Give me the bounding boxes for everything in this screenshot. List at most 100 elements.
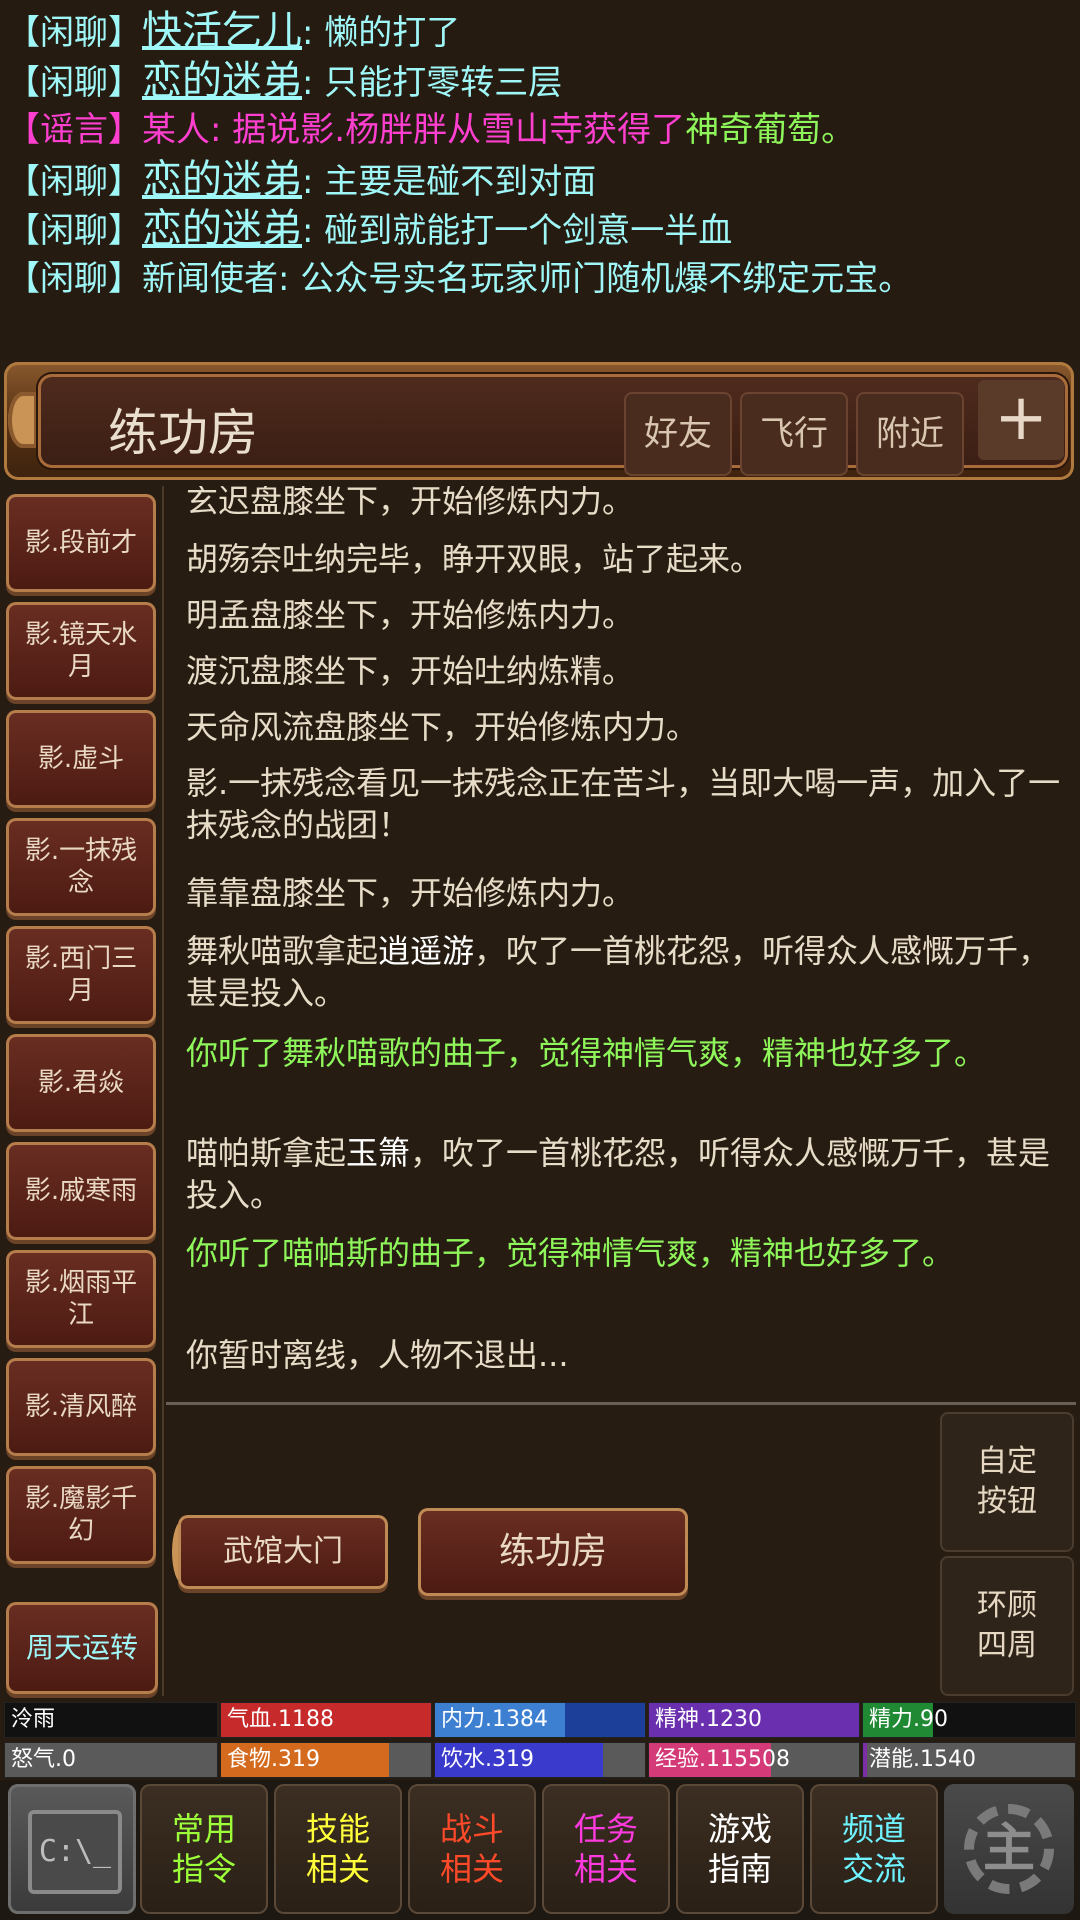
stat-bar-label: 精力.90 [869,1707,948,1732]
chat-message-text: : 公众号实名玩家师门随机爆不绑定元宝。 [278,259,913,299]
chat-channel-tag[interactable]: 【闲聊】 [6,13,142,53]
room-header-inner: 练功房 好友 飞行 附近 [38,374,1068,476]
npc-name: 影.段前才 [24,528,138,558]
nav-button[interactable]: 任务 相关 [542,1784,670,1914]
chat-channel-tag[interactable]: 【谣言】 [6,110,142,150]
divider [162,486,164,1696]
log-line: 你听了喵帕斯的曲子，觉得神情气爽，精神也好多了。 [186,1234,955,1272]
npc-name: 影.烟雨平江 [24,1268,138,1330]
npc-button[interactable]: 影.镜天水月 [6,602,156,700]
chat-sender-name[interactable]: 恋的迷弟 [142,157,302,203]
log-line: 喵帕斯拿起玉箫，吹了一首桃花怨，听得众人感慨万千，甚是投入。 [186,1132,1066,1216]
npc-name: 影.戚寒雨 [24,1176,138,1206]
stat-bar-label: 食物.319 [227,1747,320,1772]
stat-bar: 精力.90 [862,1702,1076,1738]
message-log[interactable]: 玄迟盘膝坐下，开始修炼内力。胡殇奈吐纳完毕，睁开双眼，站了起来。 明孟盘膝坐下，开… [166,486,1076,1402]
divider [166,1402,1076,1405]
chat-channel-tag[interactable]: 【闲聊】 [6,259,142,299]
exit-west-button[interactable]: 武馆大门 [178,1515,388,1589]
stat-bar: 内力.1384 [434,1702,646,1738]
npc-name: 影.西门三月 [24,944,138,1006]
settings-gear-icon[interactable]: 主 [944,1784,1074,1914]
npc-name: 影.一抹残念 [24,836,138,898]
stat-bar: 潜能.1540 [862,1742,1076,1778]
nav-button[interactable]: 战斗 相关 [408,1784,536,1914]
stat-bar: 气血.1188 [220,1702,432,1738]
log-line: 你暂时离线，人物不退出... [186,1336,569,1374]
log-line: 明孟盘膝坐下，开始修炼内力。 [186,596,635,634]
stat-bar: 泠雨 [4,1702,218,1738]
terminal-icon[interactable]: C:\_ [8,1784,136,1914]
npc-button[interactable]: 影.西门三月 [6,926,156,1024]
chat-message-text: : 碰到就能打一个剑意一半血 [302,211,733,252]
look-around-button[interactable]: 环顾 四周 [940,1556,1074,1696]
stat-bar: 饮水.319 [434,1742,646,1778]
npc-name: 影.君焱 [37,1068,125,1098]
chat-channel-tag[interactable]: 【闲聊】 [6,162,142,202]
stat-bar: 经验.115508 [648,1742,860,1778]
room-title: 练功房 [108,404,258,462]
stat-bar-label: 内力.1384 [441,1707,548,1732]
chat-message-text: : 主要是碰不到对面 [302,161,597,202]
npc-name: 影.镜天水月 [24,620,138,682]
npc-button[interactable]: 影.烟雨平江 [6,1250,156,1348]
log-line: 渡沉盘膝坐下，开始吐纳炼精。 [186,652,635,690]
zhoutian-button[interactable]: 周天运转 [6,1602,158,1694]
chat-sender-name[interactable]: 恋的迷弟 [142,58,302,104]
npc-button[interactable]: 影.清风醉 [6,1358,156,1456]
stat-bar-label: 经验.115508 [655,1747,790,1772]
stat-bar-label: 怒气.0 [11,1747,76,1772]
log-line: 玄迟盘膝坐下，开始修炼内力。 [186,486,635,520]
log-text: 喵帕斯拿起 [186,1134,347,1172]
log-line: 舞秋喵歌拿起逍遥游，吹了一首桃花怨，听得众人感慨万千，甚是投入。 [186,930,1066,1014]
stat-bar-label: 饮水.319 [441,1747,534,1772]
fly-button[interactable]: 飞行 [740,392,848,476]
log-text: 舞秋喵歌拿起 [186,932,379,970]
nav-button[interactable]: 技能 相关 [274,1784,402,1914]
chat-sender-name[interactable]: 快活乞儿 [142,8,302,54]
chat-panel: 【闲聊】快活乞儿: 懒的打了 【闲聊】恋的迷弟: 只能打零转三层 【谣言】某人: 据… [0,0,1080,360]
chat-message-text: : 据说影.杨胖胖从雪山寺获得了 [210,110,686,151]
room-header: 练功房 好友 飞行 附近 + [4,362,1074,480]
gear-icon-glyph: 主 [982,1819,1035,1879]
scroll-ornament-icon [8,392,38,448]
npc-button[interactable]: 影.虚斗 [6,710,156,808]
log-line: 你听了舞秋喵歌的曲子，觉得神情气爽，精神也好多了。 [186,1034,987,1072]
nearby-button[interactable]: 附近 [856,392,964,476]
stat-bar: 精神.1230 [648,1702,860,1738]
stat-bar: 食物.319 [220,1742,432,1778]
stat-bar-label: 精神.1230 [655,1707,762,1732]
custom-button[interactable]: 自定 按钮 [940,1412,1074,1552]
npc-button[interactable]: 影.君焱 [6,1034,156,1132]
plus-button[interactable]: + [978,380,1064,460]
current-room-button[interactable]: 练功房 [418,1508,688,1596]
chat-message-text: : 懒的打了 [302,13,461,53]
chat-sender-name: 某人 [142,110,210,151]
log-line: 天命风流盘膝坐下，开始修炼内力。 [186,708,699,746]
stat-bar: 怒气.0 [4,1742,218,1778]
chat-item-name: 神奇葡萄。 [685,110,856,151]
stat-bar-label: 潜能.1540 [869,1747,976,1772]
friends-button[interactable]: 好友 [624,392,732,476]
chat-sender-name: 新闻使者 [142,259,278,299]
log-item-name: 逍遥游 [378,932,475,970]
stat-bar-label: 泠雨 [11,1707,56,1732]
chat-sender-name[interactable]: 恋的迷弟 [142,206,302,252]
chat-channel-tag[interactable]: 【闲聊】 [6,63,142,103]
terminal-icon-label: C:\_ [28,1810,122,1894]
chat-line: 【闲聊】新闻使者: 公众号实名玩家师门随机爆不绑定元宝。 [6,249,912,309]
stat-bar-label: 气血.1188 [227,1707,334,1732]
log-line: 胡殇奈吐纳完毕，睁开双眼，站了起来。 [186,540,763,578]
log-item-name: 玉箫 [346,1134,411,1172]
nav-button[interactable]: 频道 交流 [810,1784,938,1914]
npc-name: 影.虚斗 [37,744,125,774]
chat-channel-tag[interactable]: 【闲聊】 [6,211,142,251]
nav-button[interactable]: 常用 指令 [140,1784,268,1914]
npc-button[interactable]: 影.一抹残念 [6,818,156,916]
log-line: 影.一抹残念看见一抹残念正在苦斗，当即大喝一声，加入了一抹残念的战团！ [186,764,1061,844]
npc-button[interactable]: 影.戚寒雨 [6,1142,156,1240]
npc-button[interactable]: 影.段前才 [6,494,156,592]
npc-button[interactable]: 影.魔影千幻 [6,1466,156,1564]
nav-button[interactable]: 游戏 指南 [676,1784,804,1914]
log-line: 靠靠盘膝坐下，开始修炼内力。 [186,874,635,912]
